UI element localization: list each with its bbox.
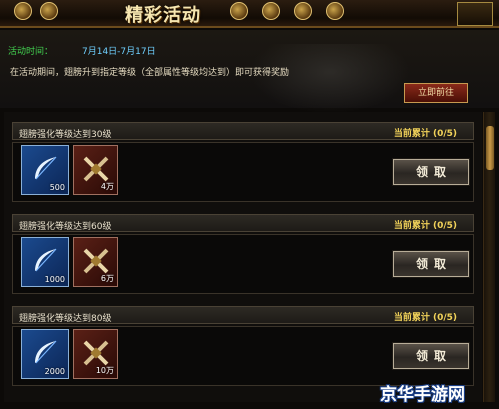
claim-button[interactable]: 领取	[392, 250, 470, 278]
reward-title: 翅膀强化等级达到80级	[19, 314, 112, 324]
close-icon[interactable]	[457, 2, 493, 26]
sword-item-slot[interactable]: 4万	[73, 145, 118, 195]
list-scrollbar[interactable]	[483, 112, 495, 402]
item-quantity: 500	[49, 183, 65, 192]
reward-header: 翅膀强化等级达到60级 当前累计 (0/5)	[12, 214, 474, 232]
item-quantity: 6万	[100, 274, 114, 283]
reward-row: 翅膀强化等级达到80级 当前累计 (0/5) 2000 10万 领取	[12, 306, 482, 388]
feather-icon	[35, 156, 57, 180]
feather-item-slot[interactable]: 1000	[21, 237, 69, 287]
go-now-button[interactable]: 立即前往	[404, 83, 468, 103]
reward-body: 500 4万 领取	[12, 142, 474, 202]
ornament-icon	[294, 2, 312, 20]
feather-item-slot[interactable]: 500	[21, 145, 69, 195]
item-quantity: 4万	[100, 182, 114, 191]
sword-item-slot[interactable]: 10万	[73, 329, 118, 379]
activity-time-label: 活动时间：	[8, 47, 54, 57]
window-title: 精彩活动	[125, 5, 201, 26]
claim-button[interactable]: 领取	[392, 158, 470, 186]
activity-description: 在活动期间，翅膀升到指定等级（全部属性等级均达到）即可获得奖励	[10, 68, 290, 78]
ornament-icon	[230, 2, 248, 20]
reward-header: 翅膀强化等级达到80级 当前累计 (0/5)	[12, 306, 474, 324]
sword-item-slot[interactable]: 6万	[73, 237, 118, 287]
reward-row: 翅膀强化等级达到30级 当前累计 (0/5) 500 4万 领取	[12, 122, 482, 204]
reward-header: 翅膀强化等级达到30级 当前累计 (0/5)	[12, 122, 474, 140]
reward-title: 翅膀强化等级达到30级	[19, 130, 112, 140]
feather-item-slot[interactable]: 2000	[21, 329, 69, 379]
ornament-icon	[262, 2, 280, 20]
feather-icon	[35, 340, 57, 364]
item-quantity: 1000	[44, 275, 65, 284]
reward-list: 翅膀强化等级达到30级 当前累计 (0/5) 500 4万 领取 翅膀强化等级达…	[4, 112, 482, 402]
claim-button[interactable]: 领取	[392, 342, 470, 370]
item-quantity: 10万	[95, 366, 114, 375]
reward-title: 翅膀强化等级达到60级	[19, 222, 112, 232]
ornament-icon	[326, 2, 344, 20]
activity-info: 活动时间： 7月14日-7月17日 在活动期间，翅膀升到指定等级（全部属性等级均…	[0, 30, 499, 114]
scroll-thumb[interactable]	[486, 126, 494, 170]
reward-progress: 当前累计 (0/5)	[393, 129, 457, 139]
ornament-icon	[40, 2, 58, 20]
reward-row: 翅膀强化等级达到60级 当前累计 (0/5) 1000 6万 领取	[12, 214, 482, 296]
reward-progress: 当前累计 (0/5)	[393, 313, 457, 323]
feather-icon	[35, 248, 57, 272]
reward-body: 1000 6万 领取	[12, 234, 474, 294]
background-statue	[250, 44, 410, 114]
reward-body: 2000 10万 领取	[12, 326, 474, 386]
item-quantity: 2000	[44, 367, 65, 376]
ornament-icon	[14, 2, 32, 20]
activity-time-range: 7月14日-7月17日	[82, 47, 156, 57]
reward-progress: 当前累计 (0/5)	[393, 221, 457, 231]
site-watermark: 京华手游网	[380, 385, 465, 405]
window-title-bar: 精彩活动	[0, 0, 499, 28]
